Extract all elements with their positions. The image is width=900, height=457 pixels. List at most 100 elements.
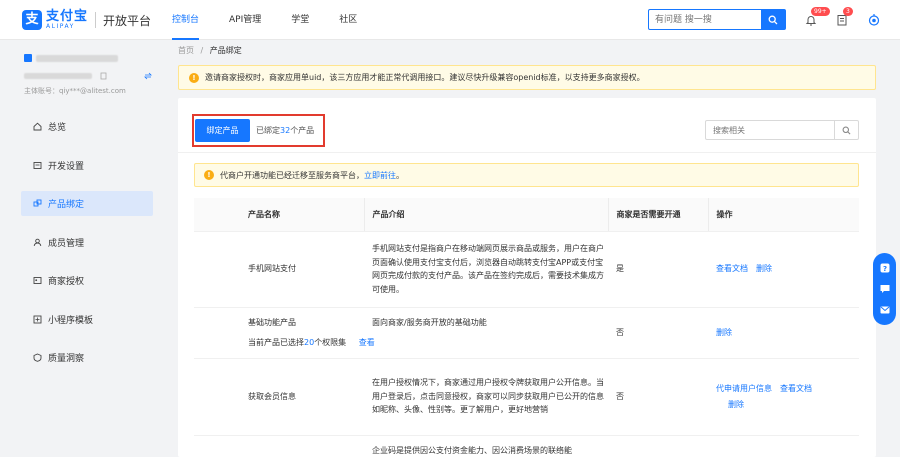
product-name: 手机网站支付 (240, 231, 364, 308)
sidebar-menu: 总览 开发设置 产品绑定 成员管理 商家授权 小程序模板 质量洞察 (0, 114, 165, 370)
view-permission-link[interactable]: 查看 (359, 338, 375, 347)
view-docs-link[interactable]: 查看文档 (780, 384, 812, 393)
table-cell-spacer (194, 435, 240, 457)
logo-cn-text: 支付宝 (46, 9, 89, 24)
sidebar-item-label: 总览 (48, 123, 67, 133)
breadcrumb-separator: / (200, 46, 204, 55)
assistant-button[interactable] (866, 12, 882, 28)
breadcrumb: 首页 / 产品绑定 (178, 45, 242, 56)
switch-account-icon[interactable] (144, 72, 152, 80)
view-docs-link[interactable]: 查看文档 (716, 264, 748, 273)
product-desc: 在用户授权情况下，商家通过用户授权令牌获取用户公开信息。当用户登录后，点击同意授… (364, 358, 608, 436)
delete-link[interactable]: 删除 (756, 264, 772, 273)
table-header-spacer (194, 198, 240, 232)
sidebar-item-dev-settings[interactable]: 开发设置 (21, 153, 153, 178)
account-info: 主体账号：qiy***@alitest.com (0, 41, 165, 96)
task-badge: 3 (843, 7, 853, 16)
floating-help-bar: ? (873, 253, 896, 325)
logo-divider (95, 12, 97, 28)
quality-icon (33, 353, 41, 362)
merchant-auth-icon (33, 277, 41, 284)
product-bind-icon (33, 199, 41, 207)
row-actions: 删除 (708, 307, 859, 359)
product-search-box (705, 120, 859, 140)
header-actions: 操作 (707, 198, 859, 232)
breadcrumb-home[interactable]: 首页 (178, 46, 194, 55)
row-actions: 代申请用户信息 查看文档 删除 (708, 358, 859, 436)
account-id-redacted (24, 73, 92, 79)
product-search-input[interactable] (706, 121, 834, 139)
table-cell-spacer (194, 307, 240, 359)
bound-count: 32 (280, 126, 291, 135)
task-button[interactable]: 3 (834, 7, 853, 28)
search-icon (842, 126, 851, 134)
permission-set-tail: 个权限集 (314, 337, 347, 347)
account-name-redacted (36, 54, 118, 62)
sidebar-item-product-bind[interactable]: 产品绑定 (21, 191, 153, 216)
sidebar-item-overview[interactable]: 总览 (21, 114, 153, 139)
main-account-label: 主体账号：qiy***@alitest.com (24, 87, 126, 95)
top-search-button[interactable] (761, 10, 785, 29)
members-icon (33, 238, 41, 246)
notification-button[interactable]: 99+ (803, 7, 830, 28)
nav-community[interactable]: 社区 (339, 0, 357, 40)
product-table: 产品名称 产品介绍 商家是否需要开通 操作 手机网站支付 手机网站支付是指商户在… (194, 198, 859, 457)
panel-divider (178, 152, 876, 153)
warning-icon: ! (189, 72, 199, 83)
delete-link[interactable]: 删除 (728, 400, 744, 409)
dev-settings-icon (33, 161, 41, 169)
need-activation: 否 (608, 358, 708, 436)
account-name (24, 51, 165, 65)
migration-notice-text: 代商户开通功能已经迁移至服务商平台， (220, 170, 364, 180)
alipay-logo-icon: 支 (22, 10, 42, 30)
search-icon (768, 15, 778, 24)
nav-academy[interactable]: 学堂 (291, 0, 309, 40)
nav-console[interactable]: 控制台 (172, 0, 200, 40)
robot-assistant-icon (868, 14, 880, 26)
product-desc: 手机网站支付是指商户在移动端网页展示商品或服务，用户在商户页面确认使用支付宝支付… (364, 231, 608, 308)
feedback-icon[interactable] (879, 304, 891, 316)
platform-name: 开放平台 (103, 13, 152, 28)
delete-link[interactable]: 删除 (716, 328, 732, 337)
sidebar-item-label: 质量洞察 (48, 354, 85, 364)
header-need-activation: 商家是否需要开通 (607, 198, 708, 232)
product-desc: 企业码是提供因公支付资金能力、因公消费场景的联络能 (364, 435, 608, 457)
sidebar-item-miniapp-template[interactable]: 小程序模板 (21, 307, 153, 332)
permission-set-text: 当前产品已选择 (248, 337, 304, 347)
table-cell-spacer (194, 231, 240, 308)
account-avatar-icon (24, 54, 32, 62)
sidebar-item-merchant-auth[interactable]: 商家授权 (21, 268, 153, 293)
bind-product-button[interactable]: 绑定产品 (195, 119, 250, 142)
account-id-row (24, 70, 165, 82)
nav-api-management[interactable]: API管理 (229, 0, 261, 40)
top-search-box (648, 9, 786, 30)
sidebar-item-label: 商家授权 (48, 277, 85, 287)
go-now-link[interactable]: 立即前往 (364, 170, 396, 181)
table-cell-spacer (194, 358, 240, 436)
sidebar-item-members[interactable]: 成员管理 (21, 230, 153, 255)
apply-user-info-link[interactable]: 代申请用户信息 (716, 384, 772, 393)
row-actions (708, 435, 859, 457)
migration-notice: ! 代商户开通功能已经迁移至服务商平台， 立即前往。 (194, 163, 859, 187)
product-search-button[interactable] (834, 121, 858, 139)
table-row: 手机网站支付 手机网站支付是指商户在移动端网页展示商品或服务，用户在商户页面确认… (194, 231, 859, 308)
permission-set-count: 20 (304, 337, 315, 347)
table-row: 获取会员信息 在用户授权情况下，商家通过用户授权令牌获取用户公开信息。当用户登录… (194, 358, 859, 436)
bound-prefix: 已绑定 (256, 126, 280, 135)
product-name: 基础功能产品 (248, 318, 296, 327)
alipay-logo[interactable]: 支 支付宝 ALIPAY 开放平台 (22, 10, 151, 30)
top-search-input[interactable] (649, 10, 761, 29)
need-activation: 是 (608, 231, 708, 308)
header-product-desc: 产品介绍 (363, 198, 608, 232)
table-row: 基础功能产品 面向商家/服务商开放的基础功能 当前产品已选择20个权限集 查看 … (194, 307, 859, 359)
product-name-desc-cell: 基础功能产品 面向商家/服务商开放的基础功能 当前产品已选择20个权限集 查看 (240, 307, 608, 359)
sidebar-item-label: 开发设置 (48, 161, 85, 172)
copy-icon[interactable] (100, 72, 108, 80)
chat-icon[interactable] (879, 283, 891, 295)
help-icon[interactable]: ? (879, 262, 891, 274)
openid-notice-text: 邀请商家授权时，商家应用单uid，该三方应用才能正常代调用接口。建议尽快升级兼容… (205, 73, 645, 82)
header-product-name: 产品名称 (240, 198, 364, 232)
top-nav: 控制台 API管理 学堂 社区 (172, 0, 387, 40)
sidebar-item-quality[interactable]: 质量洞察 (21, 345, 153, 370)
sidebar-item-label: 成员管理 (48, 238, 85, 249)
